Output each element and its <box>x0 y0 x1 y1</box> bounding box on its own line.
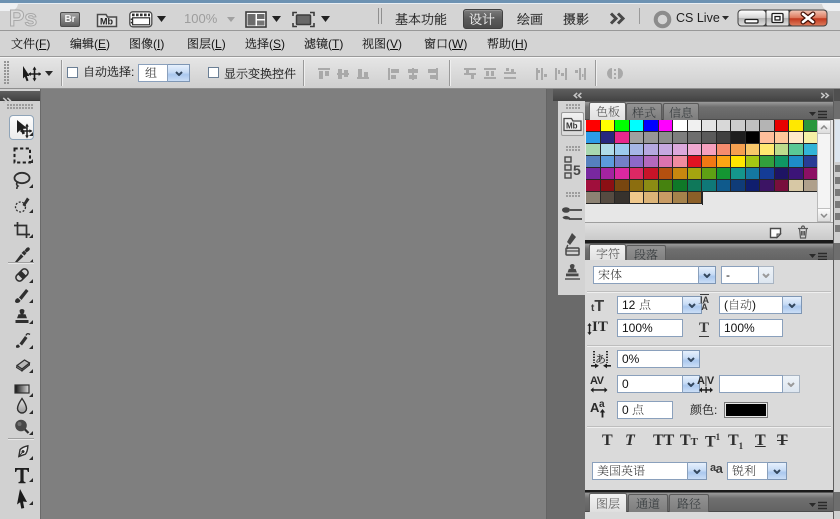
svg-text:5: 5 <box>573 162 581 178</box>
svg-text:Mb: Mb <box>566 122 578 131</box>
svg-text:Mb: Mb <box>100 17 113 27</box>
